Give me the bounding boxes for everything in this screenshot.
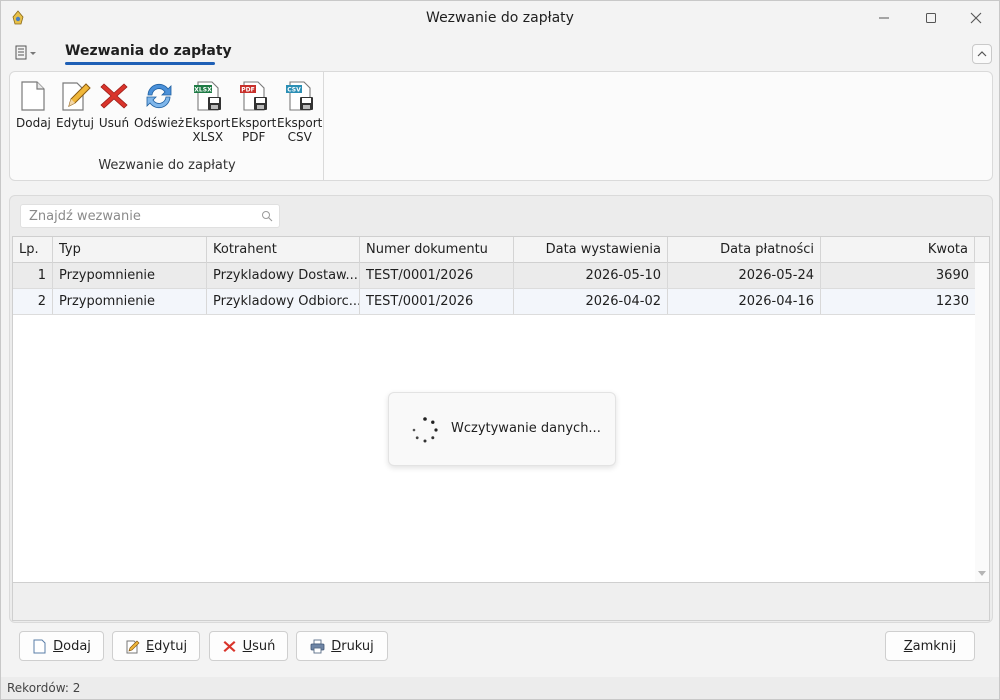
ribbon-export-xlsx-line2: XLSX bbox=[192, 130, 224, 144]
ribbon-refresh-label: Odśwież bbox=[134, 116, 185, 130]
ribbon-panel: Dodaj Edytuj Usuń Odśwież XLSX Eksport X… bbox=[9, 71, 993, 181]
records-count: Rekordów: 2 bbox=[7, 681, 81, 695]
title-bar: Wezwanie do zapłaty bbox=[1, 1, 999, 35]
refresh-icon bbox=[146, 83, 172, 109]
grid-header: Lp. Typ Kotrahent Numer dokumentu Data w… bbox=[13, 237, 989, 263]
ribbon-export-pdf-line2: PDF bbox=[242, 130, 266, 144]
add-button-label: Dodaj bbox=[53, 638, 91, 654]
export-xlsx-icon: XLSX bbox=[193, 81, 221, 111]
delete-x-icon bbox=[223, 640, 236, 652]
delete-button[interactable]: Usuń bbox=[209, 631, 288, 661]
column-header-kontrahent[interactable]: Kotrahent bbox=[207, 237, 360, 263]
ribbon-export-csv-button[interactable]: CSV Eksport CSV bbox=[277, 80, 322, 144]
minimize-button[interactable] bbox=[861, 1, 907, 35]
table-row[interactable]: 2 Przypomnienie Przykladowy Odbiorc... T… bbox=[13, 289, 975, 315]
add-button[interactable]: Dodaj bbox=[19, 631, 104, 661]
maximize-button[interactable] bbox=[908, 1, 954, 35]
window-title: Wezwanie do zapłaty bbox=[426, 10, 574, 26]
ribbon-add-button[interactable]: Dodaj bbox=[16, 80, 51, 130]
ribbon-tab-row: Wezwania do zapłaty bbox=[1, 37, 999, 69]
ribbon-edit-button[interactable]: Edytuj bbox=[56, 80, 94, 130]
search-icon[interactable] bbox=[261, 210, 273, 222]
grid-summary-footer bbox=[12, 583, 990, 621]
close-button[interactable]: Zamknij bbox=[885, 631, 975, 661]
edit-document-icon bbox=[62, 82, 91, 111]
ribbon-export-xlsx-button[interactable]: XLSX Eksport XLSX bbox=[185, 80, 230, 144]
ribbon-export-pdf-button[interactable]: PDF Eksport PDF bbox=[231, 80, 276, 144]
ribbon-export-xlsx-line1: Eksport bbox=[185, 116, 231, 130]
ribbon-add-label: Dodaj bbox=[16, 116, 51, 130]
ribbon-export-csv-line1: Eksport bbox=[277, 116, 323, 130]
loading-overlay: Wczytywanie danych... bbox=[388, 392, 616, 466]
chevron-up-icon bbox=[977, 51, 987, 57]
search-input[interactable] bbox=[21, 205, 257, 227]
collapse-ribbon-button[interactable] bbox=[972, 44, 992, 64]
cell-kontrahent: Przykladowy Odbiorc... bbox=[207, 289, 360, 314]
xlsx-badge: XLSX bbox=[194, 87, 212, 94]
edit-document-icon bbox=[126, 640, 140, 653]
cell-data-platnosci: 2026-04-16 bbox=[668, 289, 821, 314]
table-row[interactable]: 1 Przypomnienie Przykladowy Dostaw... TE… bbox=[13, 263, 975, 289]
cell-data-wystawienia: 2026-05-10 bbox=[514, 263, 668, 288]
printer-icon bbox=[310, 639, 325, 653]
cell-numer: TEST/0001/2026 bbox=[360, 289, 514, 314]
maximize-icon bbox=[926, 13, 936, 23]
cell-kontrahent: Przykladowy Dostaw... bbox=[207, 263, 360, 288]
edit-button-label: Edytuj bbox=[145, 638, 188, 654]
loading-text: Wczytywanie danych... bbox=[451, 421, 601, 436]
ribbon-refresh-button[interactable]: Odśwież bbox=[134, 80, 184, 130]
column-header-data-wystawienia[interactable]: Data wystawienia bbox=[514, 237, 668, 263]
column-header-lp[interactable]: Lp. bbox=[13, 237, 53, 263]
main-window: Wezwanie do zapłaty Wezwania do zapłaty bbox=[0, 0, 1000, 700]
ribbon-edit-label: Edytuj bbox=[56, 116, 94, 130]
pdf-badge: PDF bbox=[241, 87, 254, 94]
column-header-kwota[interactable]: Kwota bbox=[821, 237, 975, 263]
export-pdf-icon: PDF bbox=[239, 81, 267, 111]
cell-numer: TEST/0001/2026 bbox=[360, 263, 514, 288]
close-button-label: Zamknij bbox=[903, 638, 957, 654]
ribbon-group-label: Wezwanie do zapłaty bbox=[98, 158, 236, 173]
ribbon-delete-button[interactable]: Usuń bbox=[98, 80, 130, 130]
cell-kwota: 1230 bbox=[935, 294, 969, 309]
print-button-label: Drukuj bbox=[331, 638, 374, 654]
cell-data-platnosci: 2026-05-24 bbox=[668, 263, 821, 288]
new-document-icon bbox=[21, 81, 46, 111]
status-bar: Rekordów: 2 bbox=[1, 677, 999, 699]
cell-typ: Przypomnienie bbox=[53, 289, 207, 314]
column-header-numer[interactable]: Numer dokumentu bbox=[360, 237, 514, 263]
close-window-button[interactable] bbox=[953, 1, 999, 35]
ribbon-export-csv-line2: CSV bbox=[287, 130, 312, 144]
cell-kwota: 3690 bbox=[935, 268, 969, 283]
column-header-typ[interactable]: Typ bbox=[53, 237, 207, 263]
close-icon bbox=[970, 12, 982, 24]
active-tab-indicator bbox=[65, 62, 215, 65]
csv-badge: CSV bbox=[287, 87, 301, 94]
edit-button[interactable]: Edytuj bbox=[112, 631, 200, 661]
quick-access-menu-icon[interactable] bbox=[15, 45, 39, 61]
column-header-data-platnosci[interactable]: Data płatności bbox=[668, 237, 821, 263]
ribbon-export-pdf-line1: Eksport bbox=[231, 116, 277, 130]
scroll-down-arrow-icon[interactable] bbox=[978, 571, 986, 576]
ribbon-group-wezwanie: Dodaj Edytuj Usuń Odśwież XLSX Eksport X… bbox=[10, 72, 324, 180]
cell-lp: 2 bbox=[13, 289, 53, 314]
cell-typ: Przypomnienie bbox=[53, 263, 207, 288]
delete-x-icon bbox=[100, 83, 128, 109]
print-button[interactable]: Drukuj bbox=[296, 631, 388, 661]
new-document-icon bbox=[33, 639, 46, 653]
delete-button-label: Usuń bbox=[242, 638, 276, 654]
ribbon-delete-label: Usuń bbox=[98, 116, 130, 130]
cell-data-wystawienia: 2026-04-02 bbox=[514, 289, 668, 314]
vertical-scrollbar[interactable] bbox=[975, 263, 989, 582]
minimize-icon bbox=[879, 17, 889, 19]
ribbon-tab-wezwania[interactable]: Wezwania do zapłaty bbox=[65, 43, 232, 59]
export-csv-icon: CSV bbox=[285, 81, 313, 111]
search-box bbox=[20, 204, 280, 228]
cell-lp: 1 bbox=[13, 263, 53, 288]
spinner-icon bbox=[412, 417, 438, 443]
